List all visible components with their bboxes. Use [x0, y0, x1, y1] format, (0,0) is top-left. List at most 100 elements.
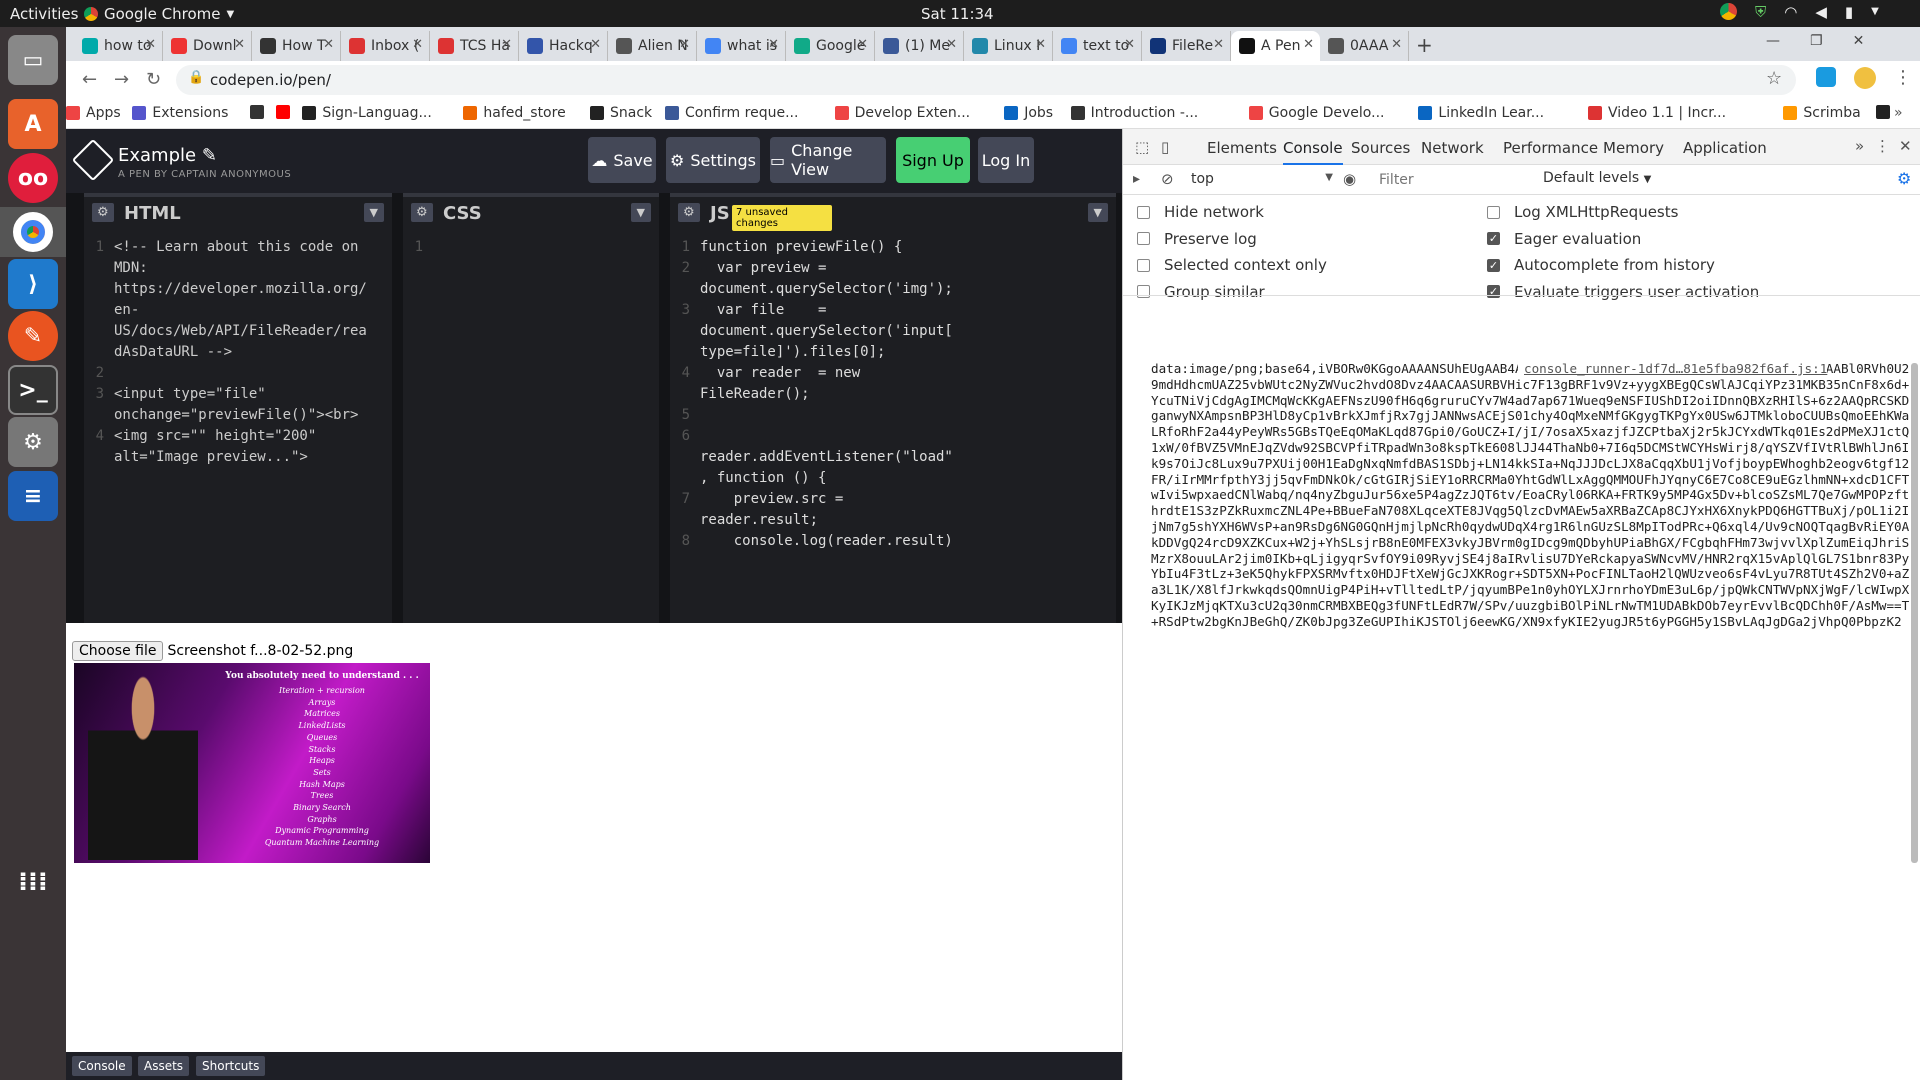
devtools-tab[interactable]: Console — [1283, 139, 1343, 165]
close-icon[interactable]: ✕ — [679, 37, 690, 52]
bookmark-item[interactable]: Extensions — [132, 105, 228, 121]
checkbox[interactable]: ✓ — [1487, 258, 1500, 272]
close-icon[interactable]: ✕ — [234, 37, 245, 52]
bookmark-item[interactable]: Video 1.1 | Incr... — [1588, 105, 1726, 121]
reload-icon[interactable]: ↻ — [146, 69, 161, 90]
app-menu[interactable]: Google Chrome ▼ — [84, 5, 234, 23]
bookmark-item[interactable]: Apps — [66, 105, 121, 121]
minimize-icon[interactable]: — — [1766, 33, 1780, 49]
address-bar[interactable]: 🔒 codepen.io/pen/ ☆ — [176, 65, 1796, 95]
close-icon[interactable]: ✕ — [1035, 37, 1046, 52]
tab[interactable]: Downl ✕ — [163, 31, 252, 61]
tab[interactable]: how to ✕ — [74, 31, 163, 61]
devtools-tab[interactable]: Elements — [1207, 139, 1277, 157]
chrome-tray-icon[interactable] — [1720, 3, 1737, 20]
bookmark-item[interactable]: Scrimba — [1783, 105, 1861, 121]
tab[interactable]: FileRe ✕ — [1142, 31, 1231, 61]
star-icon[interactable]: ☆ — [1766, 68, 1782, 89]
back-icon[interactable]: ← — [82, 69, 97, 90]
gear-icon[interactable]: ⚙ — [678, 203, 700, 222]
activities-button[interactable]: Activities — [10, 5, 78, 23]
bookmark-item[interactable]: Confirm reque... — [665, 105, 798, 121]
save-button[interactable]: ☁ Save — [588, 137, 656, 183]
checkbox[interactable]: ✓ — [1487, 285, 1500, 298]
battery-icon[interactable]: ▮ — [1845, 3, 1853, 21]
js-editor[interactable]: ⚙ JS 7 unsaved changes ▼ 1 function previ… — [670, 193, 1116, 623]
context-select[interactable]: top ▼ — [1191, 169, 1333, 191]
pen-title[interactable]: Example ✎ — [118, 145, 217, 166]
extension-icon[interactable] — [1816, 67, 1836, 87]
app-grid-icon[interactable]: ⁞⁞⁞ — [8, 857, 58, 907]
checkbox[interactable] — [1137, 205, 1150, 219]
console-setting-checkbox[interactable]: ✓ Evaluate triggers user activation — [1487, 283, 1759, 301]
assets-button[interactable]: Assets — [138, 1056, 190, 1076]
js-code[interactable]: 1 function previewFile() {2 var preview =… — [670, 237, 953, 552]
console-setting-checkbox[interactable]: Hide network — [1137, 203, 1264, 221]
tab[interactable]: Linux I ✕ — [964, 31, 1053, 61]
tab[interactable]: TCS Ha ✕ — [430, 31, 519, 61]
tab[interactable]: A Pen ✕ — [1231, 31, 1320, 61]
tab[interactable]: Alien N ✕ — [608, 31, 697, 61]
chevron-down-icon[interactable]: ▼ — [363, 203, 384, 222]
forward-icon[interactable]: → — [114, 69, 129, 90]
bookmark-item[interactable]: LinkedIn Lear... — [1418, 105, 1544, 121]
more-tabs-icon[interactable]: » — [1855, 137, 1864, 155]
bookmark-item[interactable] — [250, 105, 270, 119]
close-icon[interactable]: ✕ — [412, 37, 423, 52]
gear-icon[interactable]: ⚙ — [411, 203, 433, 222]
log-source-link[interactable]: console_runner-1df7d…81e5fba982f6af.js:1 — [1518, 361, 1828, 376]
shield-icon[interactable]: ⛨ — [1755, 3, 1766, 21]
clear-console-icon[interactable]: ⊘ — [1161, 170, 1174, 188]
software-center-icon[interactable]: A — [8, 99, 58, 149]
close-icon[interactable]: ✕ — [590, 37, 601, 52]
checkbox[interactable] — [1137, 232, 1150, 245]
close-icon[interactable]: ✕ — [946, 37, 957, 52]
scrollbar[interactable] — [1911, 363, 1918, 863]
vscode-icon[interactable]: ⟩ — [8, 259, 58, 309]
clock[interactable]: Sat 11:34 — [921, 5, 994, 23]
chevron-down-icon[interactable]: ▼ — [1871, 3, 1879, 21]
chevron-down-icon[interactable]: ▼ — [1087, 203, 1108, 222]
log-message[interactable]: data:image/png;base64,iVBORw0KGgoAAAANSU… — [1151, 361, 1909, 613]
close-icon[interactable]: ✕ — [1213, 37, 1224, 52]
sidebar-toggle-icon[interactable]: ▸ — [1133, 171, 1140, 187]
tab[interactable]: 0AAA ✕ — [1320, 31, 1409, 61]
pen-app-icon[interactable]: ✎ — [8, 311, 58, 361]
terminal-icon[interactable]: >_ — [8, 365, 58, 415]
menu-icon[interactable]: ⋮ — [1875, 137, 1890, 155]
tab[interactable]: Hackq ✕ — [519, 31, 608, 61]
css-code[interactable]: 1 — [403, 237, 433, 258]
console-setting-checkbox[interactable]: Group similar — [1137, 283, 1265, 301]
eye-icon[interactable]: ◉ — [1343, 170, 1356, 188]
close-icon[interactable]: ✕ — [501, 37, 512, 52]
settings-button[interactable]: ⚙ Settings — [666, 137, 760, 183]
console-setting-checkbox[interactable]: ✓ Eager evaluation — [1487, 230, 1641, 248]
codepen-logo-icon[interactable] — [71, 138, 115, 182]
checkbox[interactable]: ✓ — [1487, 232, 1500, 245]
bookmark-item[interactable]: Develop Exten... — [834, 105, 970, 121]
checkbox[interactable] — [1137, 285, 1150, 298]
chrome-dock-icon[interactable] — [0, 207, 66, 257]
close-icon[interactable]: ✕ — [323, 37, 334, 52]
console-setting-checkbox[interactable]: ✓ Autocomplete from history — [1487, 256, 1715, 274]
console-setting-checkbox[interactable]: Log XMLHttpRequests — [1487, 203, 1678, 221]
bookmark-item[interactable]: Jobs — [1004, 105, 1053, 121]
gear-icon[interactable]: ⚙ — [1897, 169, 1911, 188]
tab[interactable]: (1) Me ✕ — [875, 31, 964, 61]
close-icon[interactable]: ✕ — [1899, 137, 1912, 155]
wifi-icon[interactable]: ◠ — [1784, 3, 1797, 21]
close-icon[interactable]: ✕ — [768, 37, 779, 52]
css-editor[interactable]: ⚙ CSS ▼ 1 — [403, 193, 659, 623]
close-icon[interactable]: ✕ — [857, 37, 868, 52]
settings-icon[interactable]: ⚙ — [8, 417, 58, 467]
sign-up-button[interactable]: Sign Up — [896, 137, 970, 183]
tab[interactable]: Google ✕ — [786, 31, 875, 61]
devtools-tab[interactable]: Memory — [1603, 139, 1664, 157]
filter-input[interactable] — [1379, 169, 1529, 191]
devtools-tab[interactable]: Performance — [1503, 139, 1598, 157]
html-editor[interactable]: ⚙ HTML ▼ 1 <!-- Learn about this code on M… — [84, 193, 392, 623]
console-setting-checkbox[interactable]: Preserve log — [1137, 230, 1257, 248]
inspect-icon[interactable]: ⬚ — [1135, 138, 1149, 156]
tab[interactable]: Inbox (✕ — [341, 31, 430, 61]
devtools-tab[interactable]: Application — [1683, 139, 1767, 157]
